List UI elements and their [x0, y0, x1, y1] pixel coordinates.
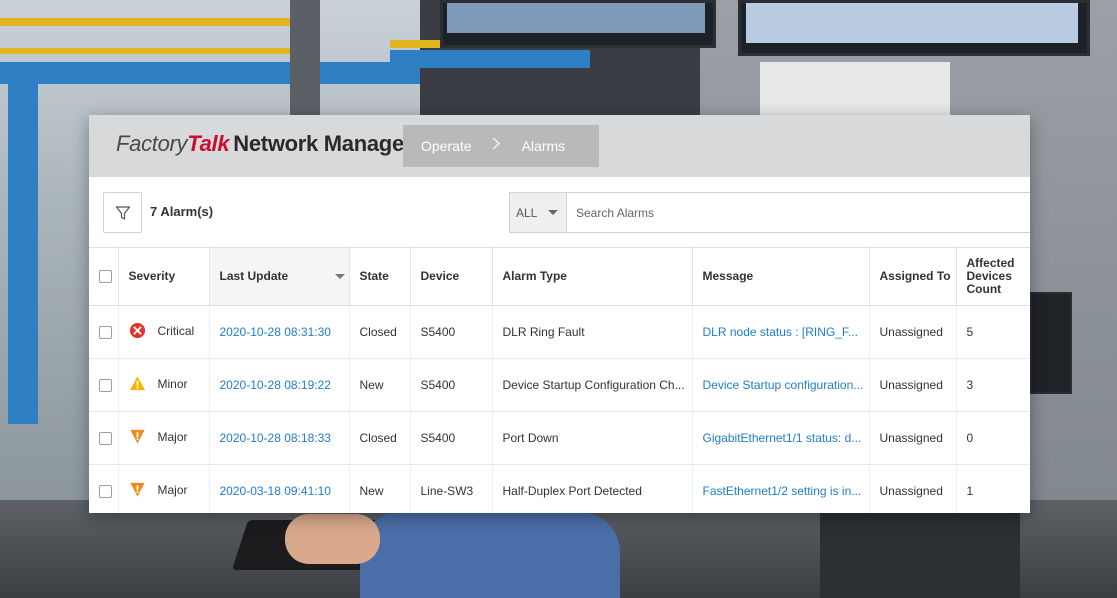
blue-beam: [390, 50, 590, 68]
yellow-railing: [0, 48, 290, 54]
severity-cell: Major: [118, 464, 210, 513]
column-header-message[interactable]: Message: [692, 247, 870, 306]
column-header-device[interactable]: Device: [410, 247, 493, 306]
affected-devices-cell: 1: [956, 464, 1030, 513]
table-row[interactable]: Minor 2020-10-28 08:19:22 New S5400 Devi…: [89, 358, 1030, 412]
toolbar: 7 Alarm(s) ALL: [89, 177, 1030, 247]
column-header-assigned-to[interactable]: Assigned To: [869, 247, 957, 306]
column-header-affected-devices[interactable]: Affected Devices Count: [956, 247, 1030, 306]
affected-devices-cell: 0: [956, 411, 1030, 465]
last-update-link[interactable]: 2020-10-28 08:31:30: [209, 305, 350, 359]
device-cell: S5400: [410, 305, 493, 359]
assigned-to-cell: Unassigned: [869, 411, 957, 465]
search-input[interactable]: [567, 193, 1030, 232]
alarm-type-cell: Half-Duplex Port Detected: [492, 464, 693, 513]
brand-talk-text: Talk: [187, 131, 230, 156]
table-row[interactable]: Major 2020-10-28 08:18:33 Closed S5400 P…: [89, 411, 1030, 465]
caret-down-icon: [548, 210, 558, 215]
window-pane: [760, 62, 950, 122]
last-update-link[interactable]: 2020-10-28 08:19:22: [209, 358, 350, 412]
alarms-app-window: FactoryTalk Network Manager Operate Alarm…: [89, 115, 1030, 513]
breadcrumb: Operate Alarms: [403, 125, 599, 167]
row-checkbox[interactable]: [99, 326, 112, 340]
row-select-cell: [89, 464, 119, 513]
row-checkbox[interactable]: [99, 379, 112, 393]
message-link[interactable]: Device Startup configuration...: [692, 358, 870, 412]
last-update-link[interactable]: 2020-03-18 09:41:10: [209, 464, 350, 513]
device-cell: S5400: [410, 411, 493, 465]
state-cell: Closed: [349, 305, 411, 359]
state-cell: New: [349, 464, 411, 513]
assigned-to-cell: Unassigned: [869, 358, 957, 412]
critical-icon: [129, 322, 145, 339]
product-logo: FactoryTalk Network Manager: [116, 131, 412, 157]
minor-warning-icon: [129, 376, 145, 391]
severity-label: Minor: [157, 376, 188, 391]
operator-hand: [285, 514, 380, 564]
state-cell: New: [349, 358, 411, 412]
filter-button[interactable]: [103, 192, 142, 233]
scope-dropdown[interactable]: ALL: [510, 193, 567, 232]
column-header-state[interactable]: State: [349, 247, 411, 306]
side-monitor: [1030, 292, 1072, 394]
message-link[interactable]: FastEthernet1/2 setting is in...: [692, 464, 870, 513]
severity-label: Major: [157, 482, 188, 497]
breadcrumb-alarms[interactable]: Alarms: [522, 138, 566, 154]
alarm-type-cell: Port Down: [492, 411, 693, 465]
severity-cell: Major: [118, 411, 210, 465]
message-link[interactable]: DLR node status : [RING_F...: [692, 305, 870, 359]
select-all-header: [89, 247, 119, 306]
major-icon: [129, 482, 145, 497]
device-cell: Line-SW3: [410, 464, 493, 513]
assigned-to-cell: Unassigned: [869, 464, 957, 513]
wall-monitor: [440, 0, 716, 48]
select-all-checkbox[interactable]: [99, 270, 112, 284]
blue-beam: [0, 62, 420, 84]
filter-icon: [115, 205, 130, 220]
sort-descending-icon[interactable]: [334, 274, 345, 279]
row-select-cell: [89, 411, 119, 465]
search-bar: ALL: [509, 192, 1030, 233]
row-checkbox[interactable]: [99, 485, 112, 499]
column-header-last-update-label: Last Update: [219, 269, 289, 283]
alarm-type-cell: DLR Ring Fault: [492, 305, 693, 359]
brand-product-text: Network Manager: [233, 131, 413, 156]
brand-factory-text: Factory: [116, 131, 188, 156]
severity-cell: Minor: [118, 358, 210, 412]
affected-devices-cell: 5: [956, 305, 1030, 359]
row-select-cell: [89, 305, 119, 359]
severity-cell: Critical: [118, 305, 210, 359]
major-icon: [129, 429, 145, 444]
severity-label: Major: [157, 429, 188, 444]
wall-monitor: [738, 0, 1090, 56]
window-frame: [290, 0, 320, 120]
column-header-severity[interactable]: Severity: [118, 247, 210, 306]
last-update-link[interactable]: 2020-10-28 08:18:33: [209, 411, 350, 465]
alarm-count: 7 Alarm(s): [150, 204, 214, 219]
message-link[interactable]: GigabitEthernet1/1 status: d...: [692, 411, 870, 465]
row-select-cell: [89, 358, 119, 412]
column-header-alarm-type[interactable]: Alarm Type: [492, 247, 693, 306]
alarms-table: Severity Last Update State Device Alarm …: [89, 247, 1030, 513]
column-header-last-update[interactable]: Last Update: [209, 247, 350, 306]
table-header-row: Severity Last Update State Device Alarm …: [89, 247, 1030, 306]
state-cell: Closed: [349, 411, 411, 465]
affected-devices-cell: 3: [956, 358, 1030, 412]
blue-column: [8, 84, 38, 424]
operator-arm: [360, 512, 620, 598]
severity-label: Critical: [157, 323, 195, 338]
breadcrumb-operate[interactable]: Operate: [403, 138, 472, 154]
alarm-type-cell: Device Startup Configuration Ch...: [492, 358, 693, 412]
yellow-railing: [0, 18, 290, 26]
assigned-to-cell: Unassigned: [869, 305, 957, 359]
top-bar: FactoryTalk Network Manager Operate Alarm…: [89, 115, 1030, 177]
chevron-right-icon: [492, 137, 500, 155]
table-row[interactable]: Critical 2020-10-28 08:31:30 Closed S540…: [89, 305, 1030, 359]
scope-dropdown-value: ALL: [516, 205, 538, 220]
row-checkbox[interactable]: [99, 432, 112, 446]
device-cell: S5400: [410, 358, 493, 412]
table-row[interactable]: Major 2020-03-18 09:41:10 New Line-SW3 H…: [89, 464, 1030, 513]
